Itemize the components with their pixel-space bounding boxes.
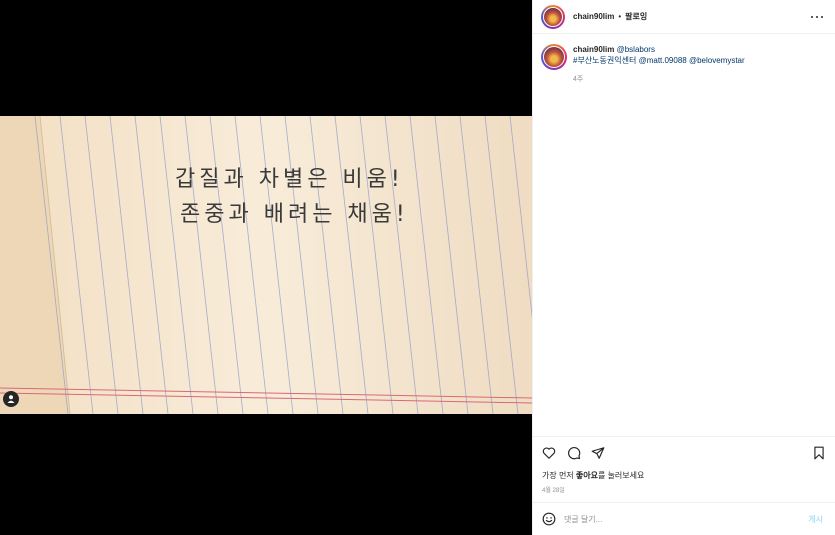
handwriting-line-2: 존중과 배려는 채움! [180,202,409,227]
post-side-panel: chain90lim • 팔로잉 chain90lim @bslabors #부… [532,0,835,535]
emoji-icon[interactable] [542,512,556,526]
avatar[interactable] [541,4,565,29]
post-caption: chain90lim @bslabors #부산노동권익센터 @matt.090… [541,44,826,85]
post-media-pane: 갑질과 차별은 비움! 존중과 배려는 채움! [0,0,532,535]
notebook-photo: 갑질과 차별은 비움! 존중과 배려는 채움! [0,116,532,414]
caption-mention-matt[interactable]: @matt.09088 [639,56,687,65]
caption-username[interactable]: chain90lim [573,45,614,54]
caption-avatar[interactable] [541,44,567,70]
share-icon[interactable] [591,446,605,460]
heart-icon[interactable] [542,446,556,460]
handwriting-line-1: 갑질과 차별은 비움! [175,167,404,192]
caption-mention-belovemystar[interactable]: @belovemystar [689,56,745,65]
post-photo[interactable]: 갑질과 차별은 비움! 존중과 배려는 채움! [0,116,532,414]
post-header: chain90lim • 팔로잉 [533,0,835,34]
comment-icon[interactable] [567,446,581,460]
like-prompt: 가장 먼저 좋아요를 눌러보세요 [542,470,644,481]
like-prompt-prefix: 가장 먼저 [542,471,576,480]
post-comment-button[interactable]: 게시 [808,514,823,525]
comment-input[interactable] [564,514,809,524]
bookmark-icon[interactable] [812,446,826,460]
post-date: 4월 28일 [542,488,565,494]
like-button-text[interactable]: 좋아요 [576,471,598,480]
comment-bar: 게시 [533,502,835,535]
header-username[interactable]: chain90lim [573,12,614,21]
caption-hashtag[interactable]: #부산노동권익센터 [573,56,636,65]
caption-time: 4주 [573,76,584,83]
header-separator: • [618,12,622,21]
user-tag-icon[interactable] [3,391,19,407]
like-prompt-suffix: 를 눌러보세요 [597,471,645,480]
following-button[interactable]: 팔로잉 [625,11,647,22]
more-icon[interactable] [811,12,823,22]
action-bar [533,436,835,468]
caption-mention[interactable]: @bslabors [617,45,655,54]
